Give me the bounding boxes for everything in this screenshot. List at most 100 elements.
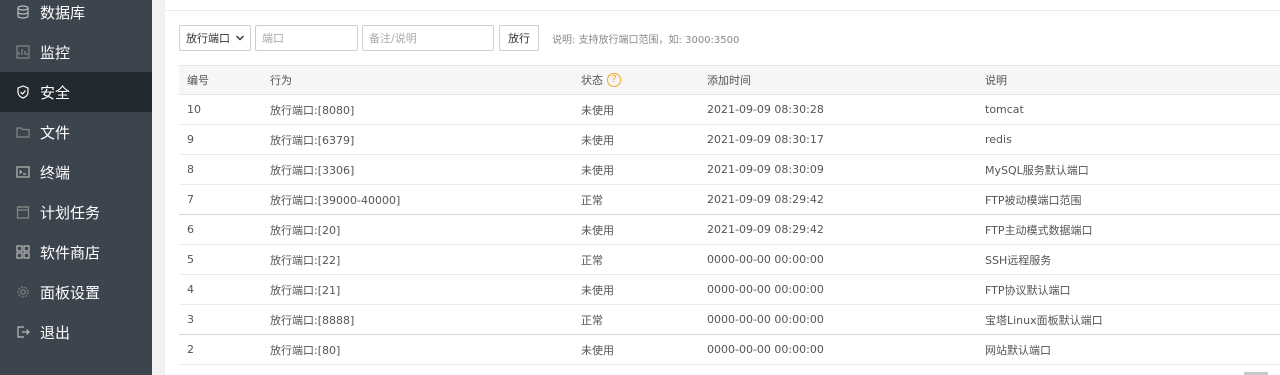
table-row[interactable]: 9 放行端口:[6379] 未使用 2021-09-09 08:30:17 re… bbox=[179, 125, 1280, 155]
database-icon bbox=[16, 5, 30, 19]
row-id: 2 bbox=[187, 343, 194, 356]
row-action: 放行端口:[39000-40000] bbox=[270, 193, 401, 207]
row-action: 放行端口:[80] bbox=[270, 343, 341, 357]
logout-icon bbox=[16, 325, 30, 339]
help-icon[interactable]: ? bbox=[607, 73, 621, 87]
row-time: 0000-00-00 00:00:00 bbox=[707, 283, 824, 296]
row-desc: tomcat bbox=[985, 103, 1024, 116]
allow-button[interactable]: 放行 bbox=[499, 25, 539, 51]
grid-icon bbox=[16, 245, 30, 259]
row-status: 正常 bbox=[581, 313, 603, 327]
row-id: 6 bbox=[187, 223, 194, 236]
row-time: 2021-09-09 08:29:42 bbox=[707, 193, 824, 206]
sidebar-item-settings[interactable]: 面板设置 bbox=[0, 272, 152, 312]
port-input[interactable]: 端口 bbox=[255, 25, 358, 51]
monitor-icon bbox=[16, 45, 30, 59]
row-status: 未使用 bbox=[581, 283, 614, 297]
row-status: 正常 bbox=[581, 253, 603, 267]
sidebar-item-label: 面板设置 bbox=[40, 283, 101, 302]
row-desc: 网站默认端口 bbox=[985, 343, 1051, 357]
sidebar-item-cron[interactable]: 计划任务 bbox=[0, 192, 152, 232]
row-action: 放行端口:[8080] bbox=[270, 103, 355, 117]
row-action: 放行端口:[21] bbox=[270, 283, 341, 297]
shield-icon bbox=[16, 85, 30, 99]
row-action: 放行端口:[22] bbox=[270, 253, 341, 267]
sidebar-item-label: 文件 bbox=[40, 123, 71, 142]
header-id: 编号 bbox=[187, 74, 209, 87]
header-desc: 说明 bbox=[985, 74, 1007, 87]
sidebar-item-security[interactable]: 安全 bbox=[0, 72, 152, 112]
row-id: 3 bbox=[187, 313, 194, 326]
row-action: 放行端口:[3306] bbox=[270, 163, 355, 177]
header-action: 行为 bbox=[270, 74, 292, 87]
sidebar-item-label: 退出 bbox=[40, 323, 71, 342]
sidebar-item-files[interactable]: 文件 bbox=[0, 112, 152, 152]
row-id: 5 bbox=[187, 253, 194, 266]
row-status: 未使用 bbox=[581, 163, 614, 177]
sidebar-item-label: 数据库 bbox=[40, 3, 86, 22]
table-header: 编号 行为 状态 ? 添加时间 说明 bbox=[179, 65, 1280, 95]
sidebar-item-terminal[interactable]: 终端 bbox=[0, 152, 152, 192]
chevron-down-icon bbox=[236, 35, 244, 41]
row-id: 8 bbox=[187, 163, 194, 176]
row-desc: 宝塔Linux面板默认端口 bbox=[985, 313, 1103, 327]
row-status: 未使用 bbox=[581, 103, 614, 117]
sidebar-item-database[interactable]: 数据库 bbox=[0, 0, 152, 32]
row-action: 放行端口:[8888] bbox=[270, 313, 355, 327]
row-time: 2021-09-09 08:29:42 bbox=[707, 223, 824, 236]
sidebar: 数据库 监控 安全 文件 终端 计划任务 软件商店 面板设置 退出 bbox=[0, 0, 152, 375]
rule-type-select[interactable]: 放行端口 bbox=[179, 25, 251, 51]
row-action: 放行端口:[20] bbox=[270, 223, 341, 237]
row-time: 2021-09-09 08:30:17 bbox=[707, 133, 824, 146]
sidebar-item-monitor[interactable]: 监控 bbox=[0, 32, 152, 72]
row-time: 0000-00-00 00:00:00 bbox=[707, 343, 824, 356]
table-row[interactable]: 2 放行端口:[80] 未使用 0000-00-00 00:00:00 网站默认… bbox=[179, 335, 1280, 365]
row-status: 未使用 bbox=[581, 223, 614, 237]
sidebar-item-store[interactable]: 软件商店 bbox=[0, 232, 152, 272]
gear-icon bbox=[16, 285, 30, 299]
row-id: 9 bbox=[187, 133, 194, 146]
calendar-icon bbox=[16, 205, 30, 219]
sidebar-item-label: 监控 bbox=[40, 43, 71, 62]
row-time: 2021-09-09 08:30:09 bbox=[707, 163, 824, 176]
port-input-placeholder: 端口 bbox=[262, 32, 284, 45]
sidebar-item-label: 计划任务 bbox=[40, 203, 101, 222]
row-time: 0000-00-00 00:00:00 bbox=[707, 313, 824, 326]
table-row[interactable]: 7 放行端口:[39000-40000] 正常 2021-09-09 08:29… bbox=[179, 185, 1280, 215]
terminal-icon bbox=[16, 165, 30, 179]
firewall-panel: 放行端口 端口 备注/说明 放行 说明: 支持放行端口范围，如: 3000:35… bbox=[165, 0, 1280, 375]
row-status: 未使用 bbox=[581, 133, 614, 147]
row-time: 0000-00-00 00:00:00 bbox=[707, 253, 824, 266]
header-status: 状态 ? bbox=[581, 66, 621, 94]
hint-text: 说明: 支持放行端口范围，如: 3000:3500 bbox=[552, 34, 740, 46]
row-desc: SSH远程服务 bbox=[985, 253, 1052, 267]
table-row[interactable]: 5 放行端口:[22] 正常 0000-00-00 00:00:00 SSH远程… bbox=[179, 245, 1280, 275]
note-input-placeholder: 备注/说明 bbox=[369, 32, 417, 45]
table-row[interactable]: 3 放行端口:[8888] 正常 0000-00-00 00:00:00 宝塔L… bbox=[179, 305, 1280, 335]
row-time: 2021-09-09 08:30:28 bbox=[707, 103, 824, 116]
row-desc: redis bbox=[985, 133, 1012, 146]
row-status: 正常 bbox=[581, 193, 603, 207]
sidebar-item-logout[interactable]: 退出 bbox=[0, 312, 152, 352]
rule-type-value: 放行端口 bbox=[186, 32, 230, 45]
sidebar-item-label: 软件商店 bbox=[40, 243, 101, 262]
row-id: 7 bbox=[187, 193, 194, 206]
table-row[interactable]: 6 放行端口:[20] 未使用 2021-09-09 08:29:42 FTP主… bbox=[179, 215, 1280, 245]
row-desc: MySQL服务默认端口 bbox=[985, 163, 1089, 177]
sidebar-item-label: 安全 bbox=[40, 83, 71, 102]
row-status: 未使用 bbox=[581, 343, 614, 357]
row-desc: FTP协议默认端口 bbox=[985, 283, 1071, 297]
table-row[interactable]: 8 放行端口:[3306] 未使用 2021-09-09 08:30:09 My… bbox=[179, 155, 1280, 185]
row-desc: FTP被动模端口范围 bbox=[985, 193, 1082, 207]
sidebar-item-label: 终端 bbox=[40, 163, 71, 182]
folder-icon bbox=[16, 125, 30, 139]
table-row[interactable]: 10 放行端口:[8080] 未使用 2021-09-09 08:30:28 t… bbox=[179, 95, 1280, 125]
header-status-label: 状态 bbox=[581, 74, 603, 87]
divider bbox=[165, 10, 1280, 11]
table-row[interactable]: 4 放行端口:[21] 未使用 0000-00-00 00:00:00 FTP协… bbox=[179, 275, 1280, 305]
header-time: 添加时间 bbox=[707, 74, 751, 87]
row-desc: FTP主动模式数据端口 bbox=[985, 223, 1093, 237]
note-input[interactable]: 备注/说明 bbox=[362, 25, 494, 51]
row-id: 4 bbox=[187, 283, 194, 296]
row-id: 10 bbox=[187, 103, 201, 116]
